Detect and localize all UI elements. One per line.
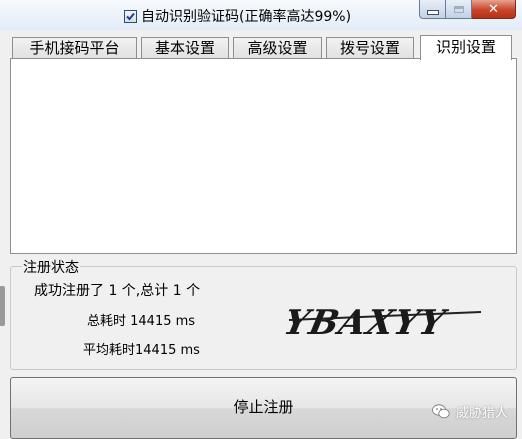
window-controls: ✕ [419, 0, 516, 20]
minimize-button[interactable] [419, 0, 446, 19]
maximize-icon [453, 5, 464, 13]
wechat-icon [432, 404, 450, 419]
total-time: 总耗时 14415 ms [87, 314, 196, 329]
close-button[interactable]: ✕ [472, 0, 516, 19]
tab-recognition-settings[interactable]: 识别设置 [420, 35, 512, 60]
captcha-image: YBAXYY [285, 303, 482, 343]
resize-handle[interactable] [0, 286, 5, 326]
close-icon: ✕ [488, 1, 499, 17]
average-time: 平均耗时14415 ms [83, 343, 200, 358]
registration-status-title: 注册状态 [22, 257, 80, 277]
auto-captcha-label: 自动识别验证码(正确率高达99%) [141, 9, 352, 25]
auto-captcha-checkbox[interactable] [124, 9, 137, 23]
tab-basic-settings[interactable]: 基本设置 [141, 37, 229, 59]
watermark-text: 威胁猎人 [455, 406, 508, 421]
tab-advanced-settings[interactable]: 高级设置 [233, 37, 322, 59]
tab-dialup-settings[interactable]: 拨号设置 [326, 37, 414, 59]
watermark: 威胁猎人 [432, 402, 508, 421]
auto-captcha-option[interactable]: 自动识别验证码(正确率高达99%) [124, 6, 351, 26]
recognition-settings-panel [10, 58, 517, 254]
maximize-button[interactable] [446, 0, 472, 19]
tab-sms-platform[interactable]: 手机接码平台 [12, 37, 137, 59]
registration-summary: 成功注册了 1 个,总计 1 个 [34, 283, 201, 299]
checkmark-icon [126, 12, 135, 20]
captcha-text: YBAXYY [285, 303, 451, 343]
minimize-icon [426, 9, 439, 15]
